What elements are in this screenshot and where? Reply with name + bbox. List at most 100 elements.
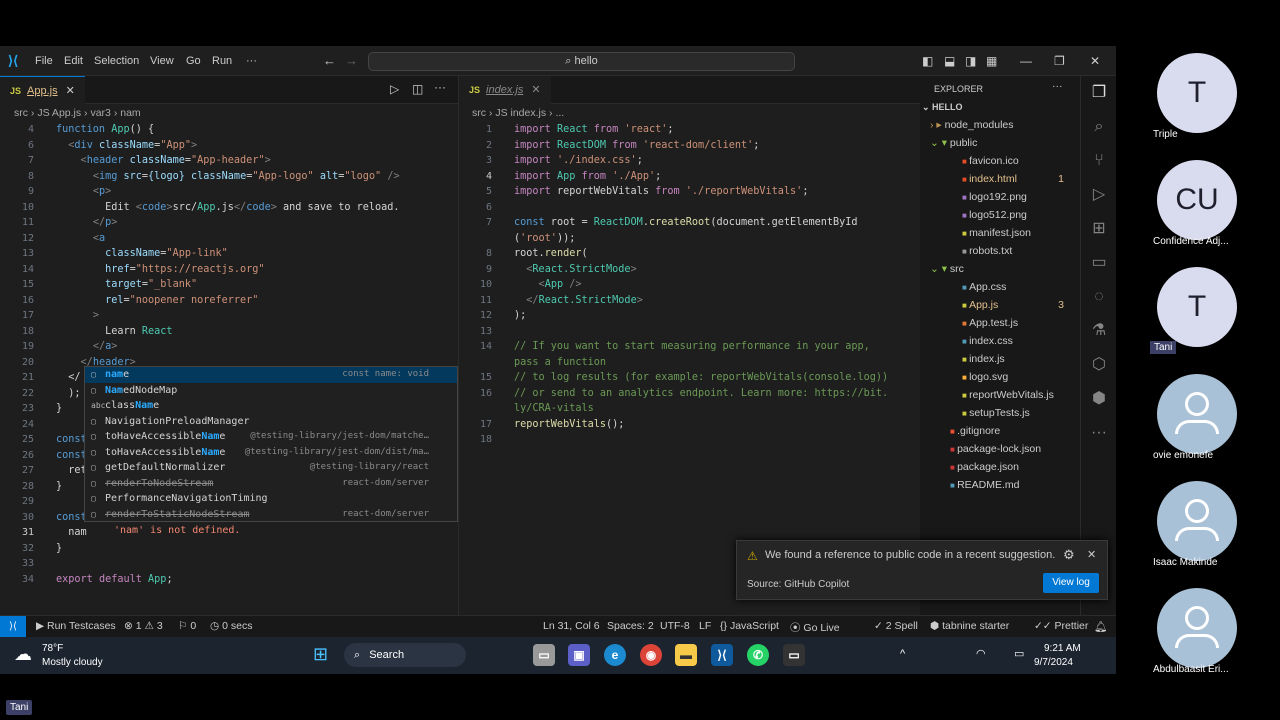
- code-line[interactable]: </React.StrictMode>: [514, 293, 643, 309]
- code-line[interactable]: import './index.css';: [514, 153, 643, 169]
- code-line[interactable]: </a>: [56, 339, 118, 355]
- code-line[interactable]: >: [56, 308, 99, 324]
- code-line[interactable]: ly/CRA-vitals: [514, 401, 594, 417]
- terminal-icon[interactable]: ▭: [783, 644, 805, 666]
- vscode-taskbar-icon[interactable]: ⟩⟨: [711, 644, 733, 666]
- code-line[interactable]: <p>: [56, 184, 111, 200]
- code-line[interactable]: }: [56, 541, 62, 557]
- code-line[interactable]: const: [56, 432, 87, 448]
- code-line[interactable]: );: [514, 308, 526, 324]
- code-line[interactable]: <header className="App-header">: [56, 153, 271, 169]
- code-line[interactable]: className="App-link": [56, 246, 228, 262]
- breadcrumb-item[interactable]: var3: [90, 107, 110, 119]
- code-line[interactable]: href="https://reactjs.org": [56, 262, 265, 278]
- wifi-icon[interactable]: ◠: [976, 647, 986, 660]
- run-debug-icon[interactable]: ▷: [1088, 184, 1110, 206]
- restore-icon[interactable]: ❐: [1054, 54, 1065, 68]
- suggestion-item[interactable]: ▢ toHaveAccessibleName @testing-library/je…: [85, 429, 457, 445]
- suggestion-item[interactable]: ▢ name const name: void: [85, 367, 457, 383]
- code-line[interactable]: reportWebVitals();: [514, 417, 624, 433]
- indentation[interactable]: Spaces: 2: [607, 620, 654, 632]
- code-line[interactable]: Edit <code>src/App.js</code> and save to…: [56, 200, 400, 216]
- code-line[interactable]: import React from 'react';: [514, 122, 674, 138]
- menu-run[interactable]: Run: [212, 55, 232, 67]
- extensions-icon[interactable]: ⊞: [1088, 218, 1110, 240]
- menu-edit[interactable]: Edit: [64, 55, 83, 67]
- remote-indicator[interactable]: ⟩⟨: [0, 616, 26, 637]
- code-line[interactable]: const root = ReactDOM.createRoot(documen…: [514, 215, 858, 231]
- forward-arrow-icon[interactable]: →: [345, 53, 358, 68]
- prettier-indicator[interactable]: ✓✓ Prettier: [1034, 620, 1088, 632]
- notification-close-icon[interactable]: ✕: [1087, 548, 1096, 561]
- search-icon[interactable]: ⌕: [1088, 116, 1110, 138]
- project-root[interactable]: ⌄ HELLO: [922, 98, 963, 116]
- menu-more[interactable]: ···: [246, 55, 257, 67]
- timer-indicator[interactable]: ◷ 0 secs: [210, 620, 252, 632]
- explorer-more-icon[interactable]: ···: [1052, 80, 1063, 92]
- participant-avatar[interactable]: T: [1157, 267, 1237, 347]
- clock-time[interactable]: 9:21 AM: [1044, 643, 1081, 654]
- file-item[interactable]: ■ .gitignore: [950, 422, 1100, 440]
- command-center-search[interactable]: ⌕ hello: [368, 52, 795, 71]
- code-line[interactable]: ('root'));: [514, 231, 575, 247]
- suggestion-item[interactable]: ▢ getDefaultNormalizer @testing-library/re…: [85, 460, 457, 476]
- end-of-line[interactable]: LF: [699, 620, 711, 632]
- weather-desc[interactable]: Mostly cloudy: [42, 657, 103, 668]
- windows-start-icon[interactable]: ⊞: [313, 644, 328, 665]
- code-line[interactable]: // If you want to start measuring perfor…: [514, 339, 870, 355]
- explorer-icon[interactable]: ❐: [1088, 82, 1110, 104]
- edge-icon[interactable]: e: [604, 644, 626, 666]
- folder-item[interactable]: ⌄ ▾ public: [930, 134, 1080, 152]
- participant-avatar[interactable]: [1157, 588, 1237, 668]
- code-line[interactable]: const: [56, 510, 87, 526]
- code-line[interactable]: nam: [56, 525, 86, 541]
- ports-indicator[interactable]: ⚐ 0: [178, 620, 196, 632]
- participant-avatar[interactable]: T: [1157, 53, 1237, 133]
- tabnine-indicator[interactable]: ⬢ tabnine starter: [930, 620, 1009, 632]
- battery-icon[interactable]: ▭: [1014, 647, 1024, 660]
- folder-item[interactable]: › ▸ node_modules: [930, 116, 1080, 134]
- split-editor-icon[interactable]: ◫: [412, 82, 423, 96]
- code-line[interactable]: export default App;: [56, 572, 173, 588]
- run-icon[interactable]: ▷: [390, 82, 399, 96]
- close-tab-icon[interactable]: ✕: [531, 84, 540, 96]
- breadcrumb-item[interactable]: JS App.js: [37, 107, 81, 119]
- back-arrow-icon[interactable]: ←: [323, 53, 336, 68]
- docker-icon[interactable]: ⬡: [1088, 354, 1110, 376]
- go-live-button[interactable]: ⦿ Go Live: [790, 620, 840, 635]
- suggestion-item[interactable]: ▢ renderToStaticNodeStream react-dom/serve…: [85, 507, 457, 523]
- code-line[interactable]: const: [56, 448, 87, 464]
- code-line[interactable]: root.render(: [514, 246, 588, 262]
- code-line[interactable]: );: [56, 386, 80, 402]
- menu-go[interactable]: Go: [186, 55, 201, 67]
- language-mode[interactable]: {} JavaScript: [720, 620, 779, 632]
- edge-tools-icon[interactable]: ◌: [1088, 286, 1110, 308]
- run-testcases[interactable]: ▶ Run Testcases: [36, 620, 116, 632]
- remote-explorer-icon[interactable]: ▭: [1088, 252, 1110, 274]
- menu-view[interactable]: View: [150, 55, 174, 67]
- right-code-area[interactable]: 1 import React from 'react'; 2 import React…: [459, 122, 914, 445]
- code-line[interactable]: <a: [56, 231, 105, 247]
- suggestion-item[interactable]: ▢ PerformanceNavigationTiming: [85, 491, 457, 507]
- file-explorer-icon[interactable]: ▬: [675, 644, 697, 666]
- code-line[interactable]: <div className="App">: [56, 138, 197, 154]
- breadcrumb-item[interactable]: src: [14, 107, 28, 119]
- code-line[interactable]: ret: [56, 463, 86, 479]
- toggle-panel-icon[interactable]: ⬓: [944, 54, 955, 68]
- menu-file[interactable]: File: [35, 55, 53, 67]
- code-line[interactable]: <React.StrictMode>: [514, 262, 636, 278]
- code-line[interactable]: import App from './App';: [514, 169, 661, 185]
- encoding[interactable]: UTF-8: [660, 620, 690, 632]
- problems-indicator[interactable]: ⊗ 1 ⚠ 3: [124, 620, 163, 632]
- minimize-icon[interactable]: —: [1020, 54, 1032, 68]
- testing-icon[interactable]: ⚗: [1088, 320, 1110, 342]
- tabnine-icon[interactable]: ⬢: [1088, 388, 1110, 410]
- close-window-icon[interactable]: ✕: [1090, 54, 1100, 68]
- toggle-secondary-sidebar-icon[interactable]: ◨: [965, 54, 976, 68]
- code-line[interactable]: import ReactDOM from 'react-dom/client';: [514, 138, 759, 154]
- toggle-sidebar-icon[interactable]: ◧: [922, 54, 933, 68]
- suggestion-item[interactable]: abc className: [85, 398, 457, 414]
- code-line[interactable]: // or send to an analytics endpoint. Lea…: [514, 386, 888, 402]
- suggestion-item[interactable]: ▢ NamedNodeMap: [85, 383, 457, 399]
- source-control-icon[interactable]: ⑂: [1088, 150, 1110, 172]
